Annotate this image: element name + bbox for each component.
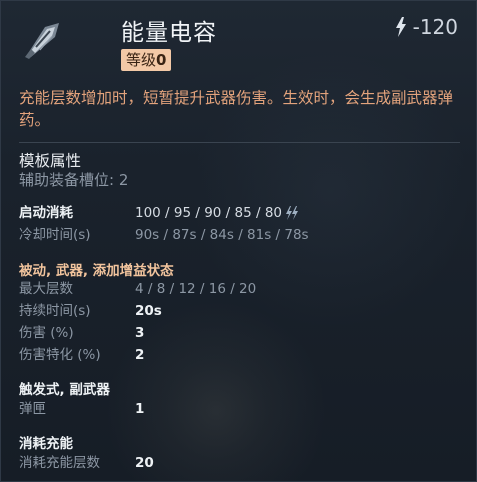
energy-cost: -120 [395, 15, 458, 39]
tooltip-header: 能量电容 等级0 -120 [1, 1, 476, 81]
activation-cost-label: 启动消耗 [19, 205, 73, 221]
damage-spec-row: 伤害特化 (%) 2 [19, 344, 459, 366]
max-stacks-label: 最大层数 [19, 281, 73, 297]
damage-value: 3 [135, 325, 145, 341]
cooldown-value: 90s / 87s / 84s / 81s / 78s [135, 227, 309, 243]
lightning-icon [286, 206, 299, 220]
duration-label: 持续时间(s) [19, 303, 91, 319]
level-prefix: 等级 [126, 51, 157, 69]
level-value: 0 [156, 51, 167, 69]
template-title: 模板属性 [19, 152, 82, 170]
consume-stacks-row: 消耗充能层数 20 [19, 452, 459, 474]
slot-row: 辅助装备槽位: 2 [19, 169, 459, 191]
cooldown-label: 冷却时间(s) [19, 227, 91, 243]
level-badge: 等级0 [121, 49, 172, 71]
duration-value: 20s [135, 303, 162, 319]
damage-spec-value: 2 [135, 347, 145, 363]
activation-cost-row: 启动消耗 100 / 95 / 90 / 85 / 80 [19, 202, 459, 224]
item-name: 能量电容 [121, 20, 217, 46]
damage-spec-label: 伤害特化 (%) [19, 347, 101, 363]
consume-stacks-label: 消耗充能层数 [19, 455, 100, 471]
trigger-title: 触发式, 副武器 [19, 382, 110, 398]
magazine-label: 弹匣 [19, 401, 46, 417]
activation-cost-value: 100 / 95 / 90 / 85 / 80 [135, 205, 283, 221]
activation-cost-value-wrap: 100 / 95 / 90 / 85 / 80 [135, 202, 299, 224]
magazine-row: 弹匣 1 [19, 398, 459, 420]
item-tooltip: 能量电容 等级0 -120 充能层数增加时，短暂提升武器伤害。生效时，会生成副武… [0, 0, 477, 482]
duration-row: 持续时间(s) 20s [19, 300, 459, 322]
cooldown-row: 冷却时间(s) 90s / 87s / 84s / 81s / 78s [19, 224, 459, 246]
capacitor-icon [19, 17, 65, 63]
lightning-icon [395, 17, 406, 37]
max-stacks-value: 4 / 8 / 12 / 16 / 20 [135, 281, 257, 297]
damage-row: 伤害 (%) 3 [19, 322, 459, 344]
magazine-value: 1 [135, 401, 145, 417]
consume-title: 消耗充能 [19, 436, 73, 452]
energy-cost-value: -120 [412, 15, 458, 39]
item-description: 充能层数增加时，短暂提升武器伤害。生效时，会生成副武器弹药。 [19, 89, 454, 129]
passive-title: 被动, 武器, 添加增益状态 [19, 263, 174, 279]
damage-label: 伤害 (%) [19, 325, 74, 341]
max-stacks-row: 最大层数 4 / 8 / 12 / 16 / 20 [19, 278, 459, 300]
slot-line: 辅助装备槽位: 2 [19, 171, 129, 189]
divider [19, 142, 460, 143]
consume-stacks-value: 20 [135, 455, 154, 471]
